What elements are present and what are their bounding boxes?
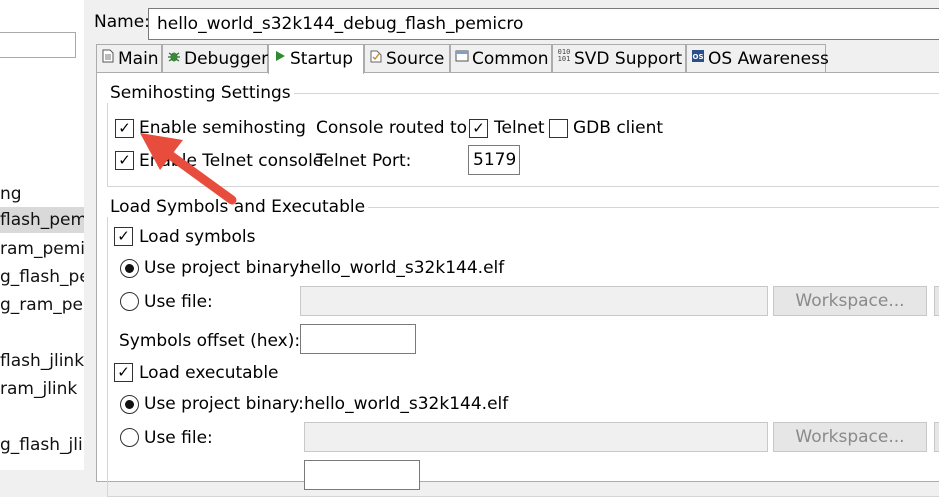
svg-text:OS: OS (693, 53, 704, 61)
symbols-use-project-radio[interactable] (120, 259, 139, 278)
os-icon: OS (691, 45, 705, 74)
config-name-input[interactable] (148, 8, 939, 40)
tree-item[interactable]: g_flash_per (0, 264, 84, 290)
symbols-workspace-button[interactable]: Workspace... (773, 286, 927, 316)
tree-item[interactable]: flash_jlink (0, 348, 84, 374)
tab-debugger[interactable]: Debugger (162, 44, 268, 73)
telnet-port-label: Telnet Port: (316, 151, 412, 171)
symbols-use-file-radio[interactable] (120, 292, 139, 311)
tab-os-awareness[interactable]: OS OS Awareness (686, 44, 829, 74)
tab-source[interactable]: Source (364, 44, 450, 73)
exec-offset-input[interactable] (304, 460, 420, 490)
symbols-filesystem-button[interactable] (934, 286, 939, 316)
exec-project-binary: hello_world_s32k144.elf (304, 394, 509, 414)
symbols-use-project-label: Use project binary: (144, 258, 304, 278)
enable-telnet-console-label: Enable Telnet console (139, 151, 324, 171)
exec-use-project-radio[interactable] (120, 395, 139, 414)
source-icon (369, 45, 383, 74)
exec-use-project-label: Use project binary: (144, 394, 304, 414)
symbols-use-file-label: Use file: (144, 292, 213, 312)
tab-common[interactable]: Common (450, 44, 552, 73)
bug-icon (167, 45, 181, 74)
telnet-port-input[interactable] (468, 145, 520, 175)
tree-item[interactable]: ng (0, 181, 22, 207)
tab-label: Startup (290, 49, 354, 69)
tab-bar: Main Debugger Startup Source Common 010 1… (96, 44, 939, 74)
gdb-client-label: GDB client (573, 118, 664, 138)
console-routed-label: Console routed to: (316, 118, 473, 138)
enable-telnet-console-checkbox[interactable]: ✓ (115, 151, 134, 170)
gdb-client-checkbox[interactable] (549, 119, 568, 138)
symbols-file-input[interactable] (300, 286, 768, 316)
tree-item[interactable]: ram_pemic (0, 236, 84, 262)
load-symbols-group (107, 207, 939, 497)
load-symbols-checkbox[interactable]: ✓ (114, 227, 133, 246)
enable-semihosting-label: Enable semihosting (139, 118, 306, 138)
exec-use-file-label: Use file: (144, 428, 213, 448)
symbols-project-binary: hello_world_s32k144.elf (300, 258, 505, 278)
tab-label: OS Awareness (708, 49, 829, 69)
tree-item[interactable]: g_flash_jlinl (0, 432, 84, 458)
tab-label: Debugger (184, 49, 269, 69)
exec-filesystem-button[interactable] (934, 422, 939, 452)
load-executable-label: Load executable (139, 363, 279, 383)
semihosting-title: Semihosting Settings (107, 83, 294, 103)
tree-item[interactable]: g_ram_pem (0, 292, 84, 318)
exec-file-input[interactable] (304, 422, 768, 452)
enable-semihosting-checkbox[interactable]: ✓ (115, 119, 134, 138)
name-label: Name: (94, 12, 150, 32)
load-executable-checkbox[interactable]: ✓ (114, 363, 133, 382)
telnet-checkbox[interactable]: ✓ (469, 119, 488, 138)
tab-label: Main (118, 49, 159, 69)
symbols-offset-label: Symbols offset (hex): (119, 331, 301, 351)
startup-tab-content: Semihosting Settings ✓ Enable semihostin… (96, 72, 939, 497)
play-icon (273, 45, 287, 74)
load-symbols-label: Load symbols (139, 227, 256, 247)
tab-label: SVD Support (574, 49, 683, 69)
config-editor: Name: Main Debugger Startup Source (90, 0, 939, 497)
launch-config-tree: ng flash_pemi ram_pemic g_flash_per g_ra… (0, 0, 85, 470)
semihosting-group (107, 93, 939, 187)
window-icon (455, 45, 469, 74)
symbols-offset-input[interactable] (300, 324, 416, 354)
tab-label: Source (386, 49, 445, 69)
tab-startup[interactable]: Startup (268, 44, 364, 74)
filter-input[interactable] (0, 32, 76, 58)
binary-icon: 010 101 (557, 48, 571, 63)
page-icon (101, 45, 115, 74)
exec-use-file-radio[interactable] (120, 428, 139, 447)
tab-main[interactable]: Main (96, 44, 162, 73)
tab-label: Common (472, 49, 549, 69)
telnet-label: Telnet (494, 118, 545, 138)
tree-item[interactable]: ram_jlink (0, 376, 77, 402)
load-symbols-title: Load Symbols and Executable (107, 197, 369, 217)
exec-workspace-button[interactable]: Workspace... (773, 422, 927, 452)
tab-svd-support[interactable]: 010 101 SVD Support (552, 44, 686, 73)
tree-item-selected[interactable]: flash_pemi (0, 207, 84, 233)
